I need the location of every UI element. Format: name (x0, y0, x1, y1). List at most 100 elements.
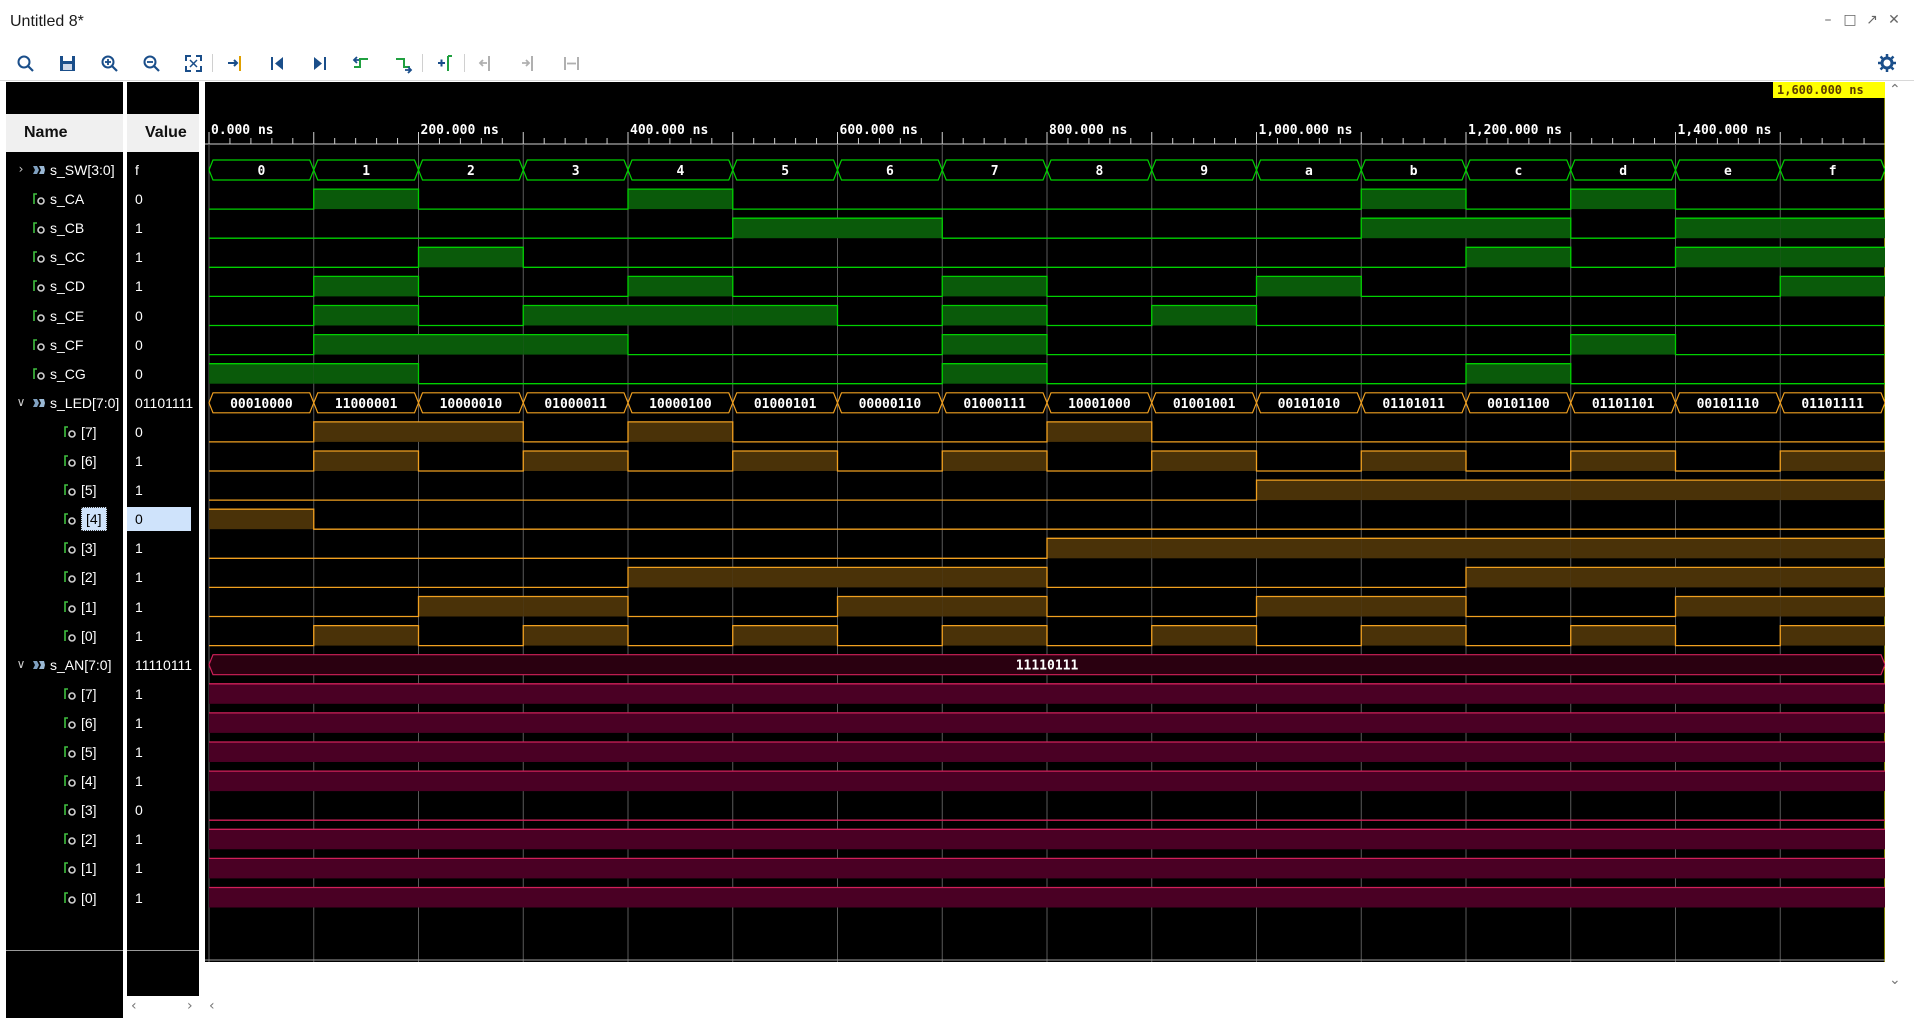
signal-name[interactable]: s_CF (50, 333, 83, 357)
signal-name[interactable]: [5] (81, 478, 97, 502)
signal-name[interactable]: [1] (81, 856, 97, 880)
signal-name[interactable]: s_CA (50, 187, 84, 211)
bus-name[interactable]: s_AN[7:0] (50, 653, 111, 677)
signal-name[interactable]: [6] (81, 711, 97, 735)
zoom-in-button[interactable] (98, 52, 120, 74)
bit-high-fill (209, 742, 1885, 762)
settings-button[interactable] (1876, 52, 1898, 74)
signal-name[interactable]: s_CC (50, 245, 85, 269)
bus-value-label: 7 (991, 164, 999, 179)
bus-value-label: f (1829, 164, 1837, 179)
signal-name[interactable]: [4] (81, 769, 97, 793)
bit-signal-icon (64, 833, 76, 846)
bit-high-fill (1780, 625, 1885, 646)
bit-high-fill (1570, 189, 1676, 210)
go-to-time-zero-button[interactable] (266, 52, 288, 74)
signal-name[interactable]: [0] (81, 886, 97, 910)
bit-high-fill (1570, 451, 1676, 471)
bus-name[interactable]: s_SW[3:0] (50, 158, 115, 182)
signal-value: 1 (135, 744, 143, 760)
scroll-up-icon[interactable]: ⌃ (1889, 82, 1901, 98)
collapse-icon[interactable]: ∨ (14, 657, 28, 671)
signal-name[interactable]: s_CG (50, 362, 86, 386)
name-header[interactable]: Name (6, 114, 123, 152)
bit-high-fill (628, 421, 733, 442)
scroll-left-icon[interactable]: ‹ (131, 998, 137, 1014)
bus-signal-icon (33, 166, 45, 174)
add-marker-button[interactable] (434, 52, 456, 74)
next-transition-button[interactable] (392, 52, 414, 74)
signal-name[interactable]: [1] (81, 595, 97, 619)
bit-high-fill (1466, 247, 1571, 268)
signal-name[interactable]: [3] (81, 536, 97, 560)
collapse-icon[interactable]: ∨ (14, 395, 28, 409)
bus-value-label: 10001000 (1068, 397, 1131, 412)
value-header[interactable]: Value (127, 114, 199, 152)
bus-value-label: 00000110 (859, 397, 922, 412)
signal-value: 0 (135, 191, 143, 208)
signal-name[interactable]: s_CE (50, 304, 84, 328)
bit-high-fill (1570, 538, 1676, 559)
signal-name[interactable]: [5] (81, 740, 97, 764)
bit-high-fill (1675, 538, 1781, 559)
go-to-cursor-button[interactable] (224, 52, 246, 74)
bit-signal-icon (64, 629, 76, 642)
swap-cursors-button[interactable] (560, 52, 582, 74)
close-icon[interactable]: ✕ (1886, 12, 1902, 28)
signal-name[interactable]: s_CD (50, 274, 85, 298)
waveform-canvas[interactable]: 1,600.000 ns 0.000 ns 200.000 ns 400.000 ns… (205, 82, 1885, 962)
signal-name[interactable]: [4] (81, 507, 107, 532)
horizontal-scrollbar[interactable]: ‹ › ‹ (123, 996, 1893, 1018)
zoom-fit-icon (184, 54, 202, 72)
zoom-out-icon (143, 55, 160, 72)
bit-signal-icon (64, 513, 76, 525)
bit-high-fill (628, 305, 733, 326)
signal-value: 0 (135, 365, 143, 382)
bit-high-fill (209, 829, 1885, 850)
bit-high-fill (837, 218, 943, 239)
save-button[interactable] (56, 52, 78, 74)
float-icon[interactable]: ↗ (1864, 12, 1880, 28)
scroll-left-icon[interactable]: ‹ (209, 998, 215, 1014)
search-button[interactable] (14, 52, 36, 74)
scroll-right-icon[interactable]: › (187, 998, 193, 1014)
zoom-out-button[interactable] (140, 52, 162, 74)
previous-marker-button[interactable] (476, 52, 498, 74)
signal-name[interactable]: [7] (81, 420, 97, 444)
previous-transition-button[interactable] (350, 52, 372, 74)
signal-name[interactable]: [2] (81, 565, 97, 589)
bit-high-fill (523, 334, 628, 355)
signal-name[interactable]: [7] (81, 682, 97, 706)
bit-high-fill (1151, 625, 1257, 646)
vertical-scrollbar[interactable]: ⌃ ⌄ (1885, 82, 1907, 996)
bit-high-fill (732, 451, 838, 471)
go-to-last-time-button[interactable] (308, 52, 330, 74)
bit-high-fill (942, 596, 1047, 617)
bit-waveform (209, 275, 1885, 298)
signal-name[interactable]: s_CB (50, 216, 84, 240)
next-marker-button[interactable] (518, 52, 540, 74)
zoom-fit-button[interactable] (182, 52, 204, 74)
signal-name[interactable]: [6] (81, 449, 97, 473)
bit-high-fill (942, 276, 1047, 297)
maximize-icon[interactable]: □ (1842, 12, 1858, 28)
signal-value: 0 (127, 507, 191, 532)
toolbar (0, 46, 1914, 81)
minimize-icon[interactable]: – (1820, 12, 1836, 28)
signal-name[interactable]: [2] (81, 827, 97, 851)
expand-icon[interactable]: › (14, 162, 28, 176)
time-axis-label: 1,400.000 ns (1678, 123, 1772, 138)
bit-signal-icon (64, 484, 76, 496)
bus-value-label: 4 (676, 164, 684, 179)
bit-high-fill (1675, 480, 1781, 501)
signal-value: 1 (135, 598, 143, 615)
bit-high-fill (732, 567, 838, 588)
signal-name[interactable]: [0] (81, 624, 97, 648)
signal-name[interactable]: [3] (81, 798, 97, 822)
scroll-down-icon[interactable]: ⌄ (1889, 972, 1901, 988)
bus-name[interactable]: s_LED[7:0] (50, 391, 119, 415)
bit-high-fill (523, 596, 628, 617)
bus-value-label: 01000011 (544, 397, 607, 412)
bit-high-fill (1466, 567, 1571, 588)
bit-high-fill (418, 421, 524, 442)
